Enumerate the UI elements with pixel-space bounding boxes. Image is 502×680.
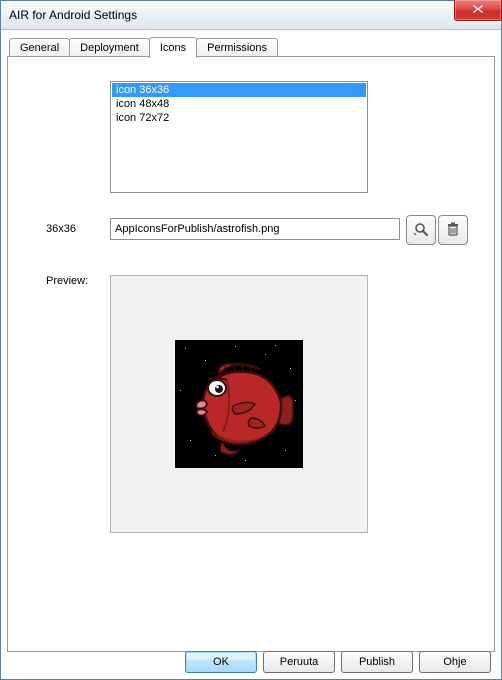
preview-image — [175, 340, 303, 468]
tab-panel-icons: icon 36x36 icon 48x48 icon 72x72 36x36 — [7, 56, 495, 652]
close-icon — [472, 4, 484, 17]
titlebar: AIR for Android Settings — [1, 1, 501, 30]
icon-size-list[interactable]: icon 36x36 icon 48x48 icon 72x72 — [110, 81, 368, 193]
tab-deployment[interactable]: Deployment — [69, 38, 150, 57]
client-area: General Deployment Icons Permissions ico… — [1, 29, 501, 679]
browse-button[interactable] — [406, 215, 436, 245]
tab-strip: General Deployment Icons Permissions — [9, 35, 495, 57]
delete-button[interactable] — [438, 215, 468, 245]
help-button[interactable]: Ohje — [419, 651, 491, 673]
list-item[interactable]: icon 36x36 — [112, 83, 366, 97]
icon-path-input[interactable] — [110, 218, 400, 240]
selected-size-label: 36x36 — [46, 223, 76, 235]
publish-button[interactable]: Publish — [341, 651, 413, 673]
browse-icon — [413, 221, 429, 240]
list-item[interactable]: icon 72x72 — [112, 111, 366, 125]
window-title: AIR for Android Settings — [1, 8, 137, 22]
fish-illustration — [175, 340, 303, 468]
preview-label: Preview: — [46, 275, 88, 287]
tab-permissions[interactable]: Permissions — [196, 38, 278, 57]
list-item[interactable]: icon 48x48 — [112, 97, 366, 111]
cancel-button[interactable]: Peruuta — [263, 651, 335, 673]
button-bar: OK Peruuta Publish Ohje — [1, 651, 501, 673]
preview-area — [110, 275, 368, 533]
trash-icon — [445, 221, 461, 240]
tab-general[interactable]: General — [9, 38, 70, 57]
ok-button[interactable]: OK — [185, 651, 257, 673]
tab-icons[interactable]: Icons — [149, 37, 197, 58]
close-button[interactable] — [454, 0, 502, 21]
dialog-window: AIR for Android Settings General Deploym… — [0, 0, 502, 680]
